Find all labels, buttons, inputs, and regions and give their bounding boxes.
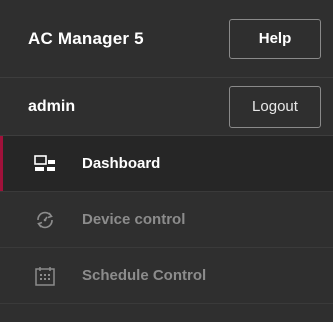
device-control-icon (34, 209, 56, 231)
calendar-icon (34, 265, 56, 287)
side-panel: AC Manager 5 Help admin Logout Dashboard (0, 0, 333, 322)
dashboard-icon (34, 153, 56, 175)
nav-label-dashboard: Dashboard (82, 155, 161, 172)
user-row: admin Logout (0, 78, 333, 136)
username: admin (28, 97, 76, 115)
help-button[interactable]: Help (229, 18, 321, 59)
nav-label-device-control: Device control (82, 211, 186, 228)
nav-label-schedule-control: Schedule Control (82, 267, 207, 284)
logout-button[interactable]: Logout (229, 85, 321, 128)
header-row: AC Manager 5 Help (0, 0, 333, 78)
nav-item-dashboard[interactable]: Dashboard (0, 136, 333, 192)
app-title: AC Manager 5 (28, 28, 144, 48)
nav-item-device-control[interactable]: Device control (0, 192, 333, 248)
nav-item-schedule-control[interactable]: Schedule Control (0, 248, 333, 304)
